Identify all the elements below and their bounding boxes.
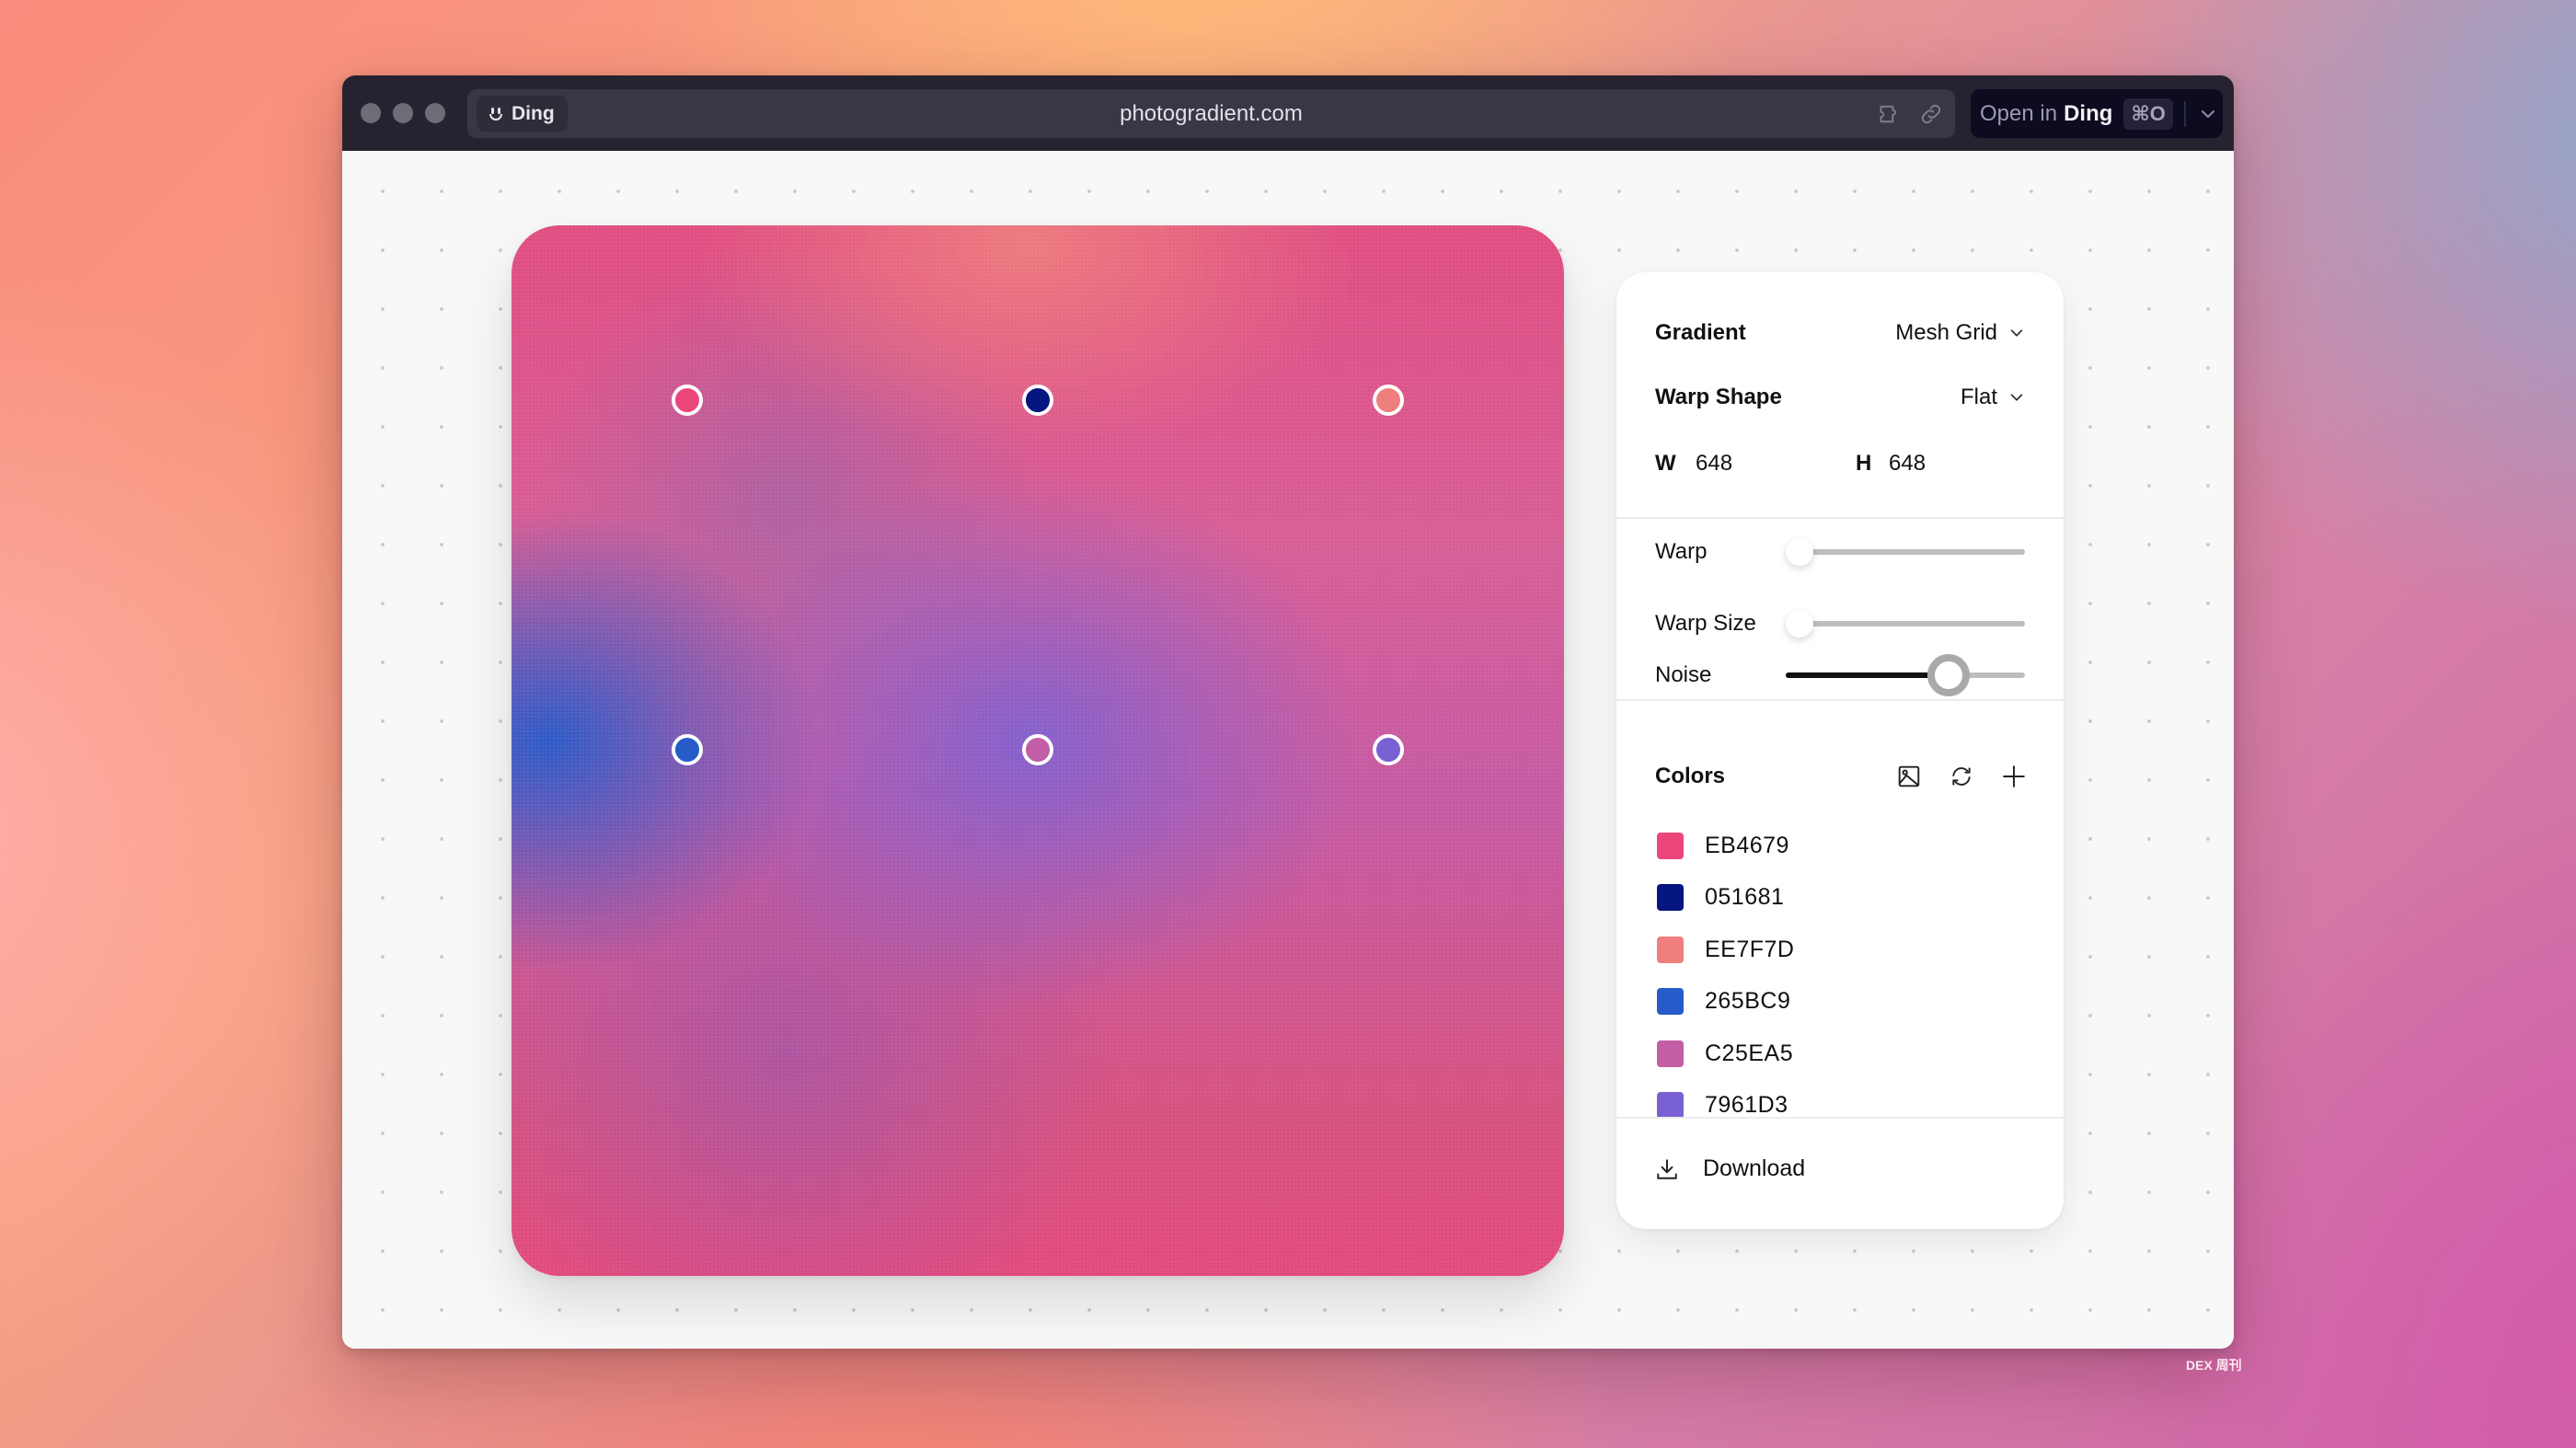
gradient-row: Gradient Mesh Grid — [1655, 320, 2025, 346]
color-item[interactable]: 7961D3 — [1655, 1080, 1794, 1132]
control-point[interactable] — [1373, 385, 1404, 416]
open-in-app-name: Ding — [2064, 100, 2113, 126]
link-icon[interactable] — [1918, 101, 1944, 127]
gradient-canvas[interactable] — [512, 225, 1564, 1276]
color-swatch[interactable] — [1657, 1092, 1684, 1120]
color-hex-value[interactable]: C25EA5 — [1705, 1040, 1793, 1067]
color-item[interactable]: 265BC9 — [1655, 976, 1794, 1029]
slider-track[interactable] — [1786, 610, 2025, 638]
close-window-button[interactable] — [361, 103, 381, 123]
control-point[interactable] — [1022, 385, 1053, 416]
app-pill[interactable]: Ding — [477, 96, 568, 132]
browser-window: photogradient.com Ding Open in Ding ⌘O G… — [342, 75, 2234, 1349]
ding-smiley-icon — [488, 106, 504, 122]
color-swatch[interactable] — [1657, 936, 1684, 963]
divider — [1616, 699, 2064, 701]
plus-icon[interactable] — [1997, 760, 2030, 793]
button-divider — [2183, 100, 2186, 127]
slider-row: Warp — [1655, 534, 2025, 570]
slider-label: Warp — [1655, 539, 1708, 564]
chevron-down-icon — [2008, 325, 2025, 341]
control-point[interactable] — [1022, 734, 1053, 765]
slider-track[interactable] — [1786, 654, 2025, 696]
slider-thumb[interactable] — [1926, 654, 1970, 696]
warp-shape-select[interactable]: Flat — [1961, 385, 2025, 410]
download-label: Download — [1703, 1155, 1806, 1181]
color-hex-value[interactable]: 7961D3 — [1705, 1092, 1788, 1119]
color-swatch[interactable] — [1657, 1040, 1684, 1067]
color-hex-value[interactable]: 265BC9 — [1705, 988, 1790, 1015]
slider-thumb[interactable] — [1786, 610, 1813, 638]
color-list: EB4679 051681 EE7F7D 265BC9 C25EA5 7961D3 — [1655, 820, 1794, 1132]
download-icon — [1657, 1158, 1677, 1179]
control-point[interactable] — [672, 734, 703, 765]
width-input[interactable]: 648 — [1696, 451, 1856, 477]
color-item[interactable]: C25EA5 — [1655, 1028, 1794, 1080]
divider — [1616, 1117, 2064, 1119]
page-content: Gradient Mesh Grid Warp Shape Flat W 648… — [342, 151, 2234, 1349]
color-hex-value[interactable]: EB4679 — [1705, 833, 1789, 859]
slider-fill — [1786, 672, 1949, 678]
height-label: H — [1856, 451, 1872, 476]
colors-label: Colors — [1655, 764, 1726, 788]
chevron-down-icon[interactable] — [2195, 101, 2221, 127]
open-in-label: Open in — [1980, 100, 2058, 126]
slider-row: Noise — [1655, 654, 2025, 696]
url-text-container: photogradient.com — [467, 89, 1955, 138]
app-pill-label: Ding — [512, 102, 555, 124]
shortcut-badge: ⌘O — [2123, 98, 2173, 130]
maximize-window-button[interactable] — [425, 103, 445, 123]
dimensions-row: W 648 H 648 — [1655, 451, 2025, 477]
download-button[interactable]: Download — [1655, 1155, 1805, 1182]
slider-label: Warp Size — [1655, 611, 1756, 636]
slider-thumb[interactable] — [1786, 538, 1813, 566]
control-point[interactable] — [1373, 734, 1404, 765]
control-point[interactable] — [672, 385, 703, 416]
refresh-icon[interactable] — [1945, 760, 1978, 793]
gradient-label: Gradient — [1655, 320, 1746, 345]
slider-row: Warp Size — [1655, 605, 2025, 642]
gradient-value: Mesh Grid — [1895, 320, 1997, 345]
height-input[interactable]: 648 — [1889, 451, 1926, 477]
warp-shape-row: Warp Shape Flat — [1655, 385, 2025, 410]
extension-icon[interactable] — [1878, 101, 1903, 127]
color-item[interactable]: 051681 — [1655, 872, 1794, 925]
image-icon[interactable] — [1892, 760, 1926, 793]
color-swatch[interactable] — [1657, 832, 1684, 859]
warp-shape-label: Warp Shape — [1655, 385, 1782, 409]
color-item[interactable]: EE7F7D — [1655, 924, 1794, 976]
gradient-select[interactable]: Mesh Grid — [1895, 320, 2025, 346]
open-in-ding-button[interactable]: Open in Ding ⌘O — [1971, 89, 2223, 138]
divider — [1616, 517, 2064, 519]
url-text[interactable]: photogradient.com — [1120, 101, 1303, 126]
color-swatch[interactable] — [1657, 988, 1684, 1016]
color-swatch[interactable] — [1657, 884, 1684, 912]
width-label: W — [1655, 451, 1676, 476]
color-hex-value[interactable]: EE7F7D — [1705, 937, 1794, 963]
address-bar[interactable]: photogradient.com Ding — [467, 89, 1955, 138]
title-bar: photogradient.com Ding Open in Ding ⌘O — [342, 75, 2234, 151]
warp-shape-value: Flat — [1960, 385, 1997, 409]
slider-label: Noise — [1655, 662, 1712, 687]
color-item[interactable]: EB4679 — [1655, 820, 1794, 872]
chevron-down-icon — [2008, 389, 2025, 406]
color-hex-value[interactable]: 051681 — [1705, 884, 1784, 911]
settings-panel: Gradient Mesh Grid Warp Shape Flat W 648… — [1616, 272, 2064, 1229]
colors-header: Colors — [1655, 760, 2030, 793]
watermark: DEX 周刊 — [2186, 1358, 2242, 1373]
slider-track[interactable] — [1786, 538, 2025, 566]
minimize-window-button[interactable] — [393, 103, 413, 123]
